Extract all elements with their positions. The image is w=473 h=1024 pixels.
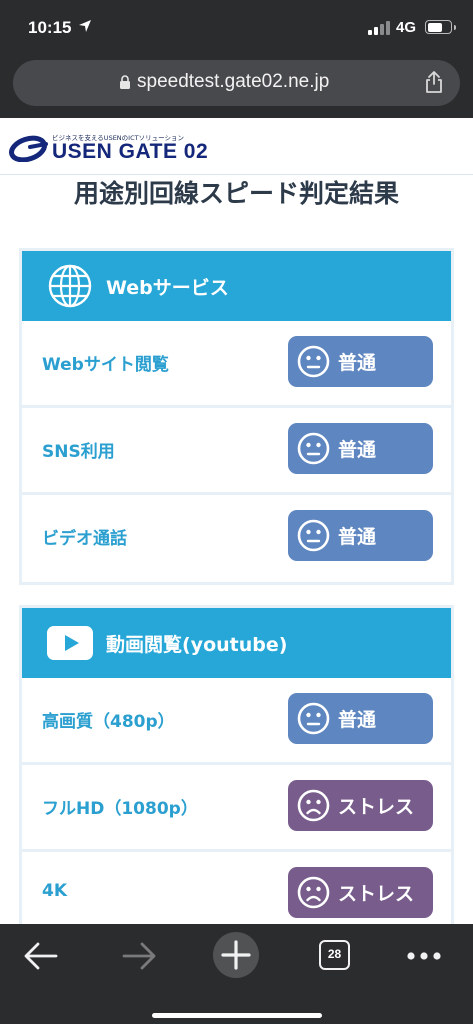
neutral-face-icon — [297, 702, 330, 735]
result-badge-normal: 普通 — [288, 423, 433, 474]
lock-icon — [120, 75, 130, 89]
logo-mark-icon — [9, 135, 48, 162]
result-text: ストレス — [338, 796, 415, 818]
cellular-signal-icon — [368, 21, 390, 35]
section-header: 動画閲覧(youtube) — [22, 608, 451, 678]
section-video-viewing: 動画閲覧(youtube) 高画質（480p） 普通 フルHD（1080p） ス… — [19, 605, 454, 924]
result-text: 普通 — [338, 439, 377, 461]
more-menu-icon[interactable] — [404, 934, 444, 978]
section-title: Webサービス — [106, 277, 229, 299]
status-time: 10:15 — [28, 18, 72, 37]
result-badge-stress: ストレス — [288, 780, 433, 831]
list-item: ビデオ通話 普通 — [22, 495, 451, 582]
globe-icon — [48, 264, 92, 308]
list-item: フルHD（1080p） ストレス — [22, 765, 451, 852]
list-item: Webサイト閲覧 普通 — [22, 321, 451, 408]
result-text: 普通 — [338, 352, 377, 374]
result-text: ストレス — [338, 883, 415, 905]
forward-arrow-icon[interactable] — [120, 934, 158, 978]
video-play-icon — [47, 626, 93, 660]
back-arrow-icon[interactable] — [22, 934, 60, 978]
neutral-face-icon — [297, 432, 330, 465]
result-badge-normal: 普通 — [288, 336, 433, 387]
sad-face-icon — [297, 876, 330, 909]
result-badge-normal: 普通 — [288, 510, 433, 561]
section-web-services: Webサービス Webサイト閲覧 普通 SNS利用 普通 ビデオ通話 普通 — [19, 248, 454, 585]
location-arrow-icon — [79, 20, 91, 32]
sad-face-icon — [297, 789, 330, 822]
usage-label: Webサイト閲覧 — [42, 355, 169, 375]
usen-gate-logo[interactable]: ビジネスを支えるUSENのICTソリューション USEN GATE 02 — [8, 131, 208, 171]
browser-chrome-top: 10:15 4G speedtest.gate02.ne.jp — [0, 0, 473, 118]
result-badge-normal: 普通 — [288, 693, 433, 744]
status-bar: 10:15 4G — [0, 0, 473, 58]
battery-icon — [425, 20, 456, 34]
section-title: 動画閲覧(youtube) — [106, 634, 288, 656]
share-icon[interactable] — [424, 70, 444, 94]
web-page: ビジネスを支えるUSENのICTソリューション USEN GATE 02 用途別… — [0, 118, 473, 924]
list-item: 高画質（480p） 普通 — [22, 678, 451, 765]
browser-toolbar: 28 — [0, 924, 473, 1024]
neutral-face-icon — [297, 345, 330, 378]
home-indicator[interactable] — [152, 1013, 322, 1018]
tab-count-button[interactable]: 28 — [319, 940, 350, 970]
result-text: 普通 — [338, 526, 377, 548]
address-bar[interactable]: speedtest.gate02.ne.jp — [13, 60, 460, 106]
neutral-face-icon — [297, 519, 330, 552]
network-type: 4G — [396, 19, 417, 36]
usage-label: 4K — [42, 881, 68, 901]
list-item: 4K ストレス — [22, 852, 451, 924]
section-header: Webサービス — [22, 251, 451, 321]
result-badge-stress: ストレス — [288, 867, 433, 918]
new-tab-plus-icon[interactable] — [212, 931, 260, 979]
url-text: speedtest.gate02.ne.jp — [137, 71, 330, 92]
list-item: SNS利用 普通 — [22, 408, 451, 495]
logo-name: USEN GATE 02 — [52, 140, 209, 163]
usage-label: 高画質（480p） — [42, 712, 175, 732]
usage-label: フルHD（1080p） — [42, 799, 198, 819]
usage-label: SNS利用 — [42, 442, 115, 462]
result-text: 普通 — [338, 709, 377, 731]
usage-label: ビデオ通話 — [42, 529, 127, 549]
page-title: 用途別回線スピード判定結果 — [73, 179, 399, 208]
